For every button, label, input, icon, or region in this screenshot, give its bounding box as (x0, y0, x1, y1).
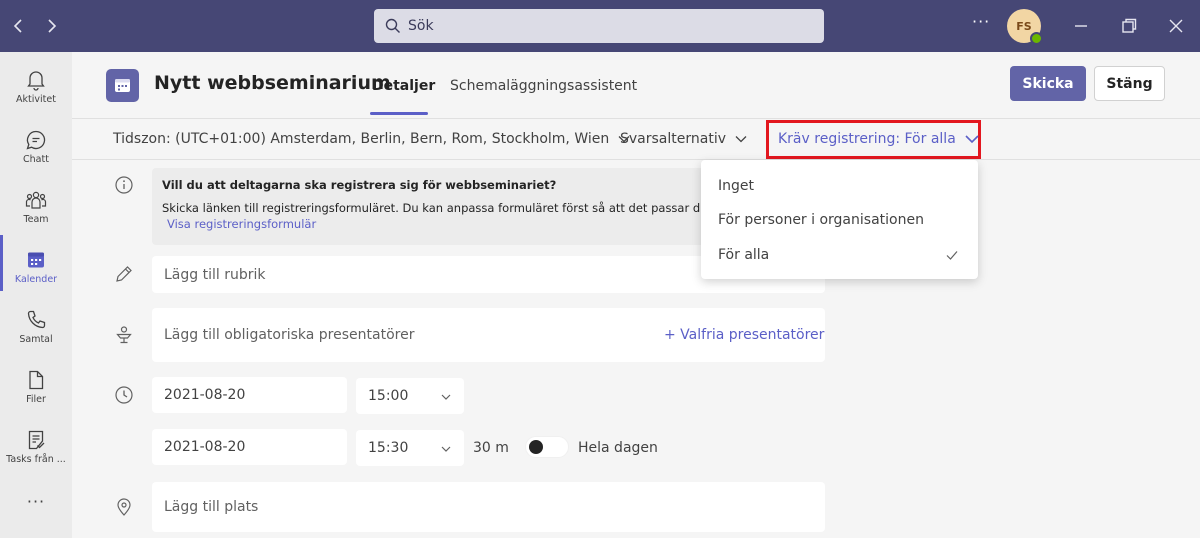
rail-item-calls[interactable]: Samtal (0, 300, 72, 360)
search-input[interactable]: Sök (374, 9, 824, 43)
send-button[interactable]: Skicka (1010, 66, 1086, 101)
timezone-label: Tidszon: (UTC+01:00) Amsterdam, Berlin, … (113, 131, 610, 147)
meeting-header: Nytt webbseminarium Detaljer Schemaläggn… (72, 52, 1200, 116)
chevron-down-icon (441, 394, 451, 400)
close-window-icon[interactable] (1163, 13, 1189, 39)
response-options-label: Svarsalternativ (620, 131, 726, 147)
end-time-select[interactable]: 15:30 (356, 430, 464, 466)
tab-active-underline (370, 112, 428, 115)
rail-more-apps-icon[interactable]: ··· (0, 492, 72, 511)
back-arrow-icon[interactable] (8, 14, 30, 38)
app-rail: Aktivitet Chatt Team Kalender Samtal Fil… (0, 52, 72, 538)
tab-scheduling-assistant[interactable]: Schemaläggningsassistent (450, 78, 637, 94)
location-placeholder: Lägg till plats (164, 499, 259, 515)
chevron-down-icon (735, 136, 747, 143)
presence-available-icon (1030, 32, 1043, 45)
start-date-input[interactable]: 2021-08-20 (152, 377, 347, 413)
registration-select[interactable]: Kräv registrering: För alla (778, 131, 980, 147)
avatar[interactable]: FS (1007, 9, 1043, 45)
optional-presenters-link[interactable]: + Valfria presentatörer (664, 327, 824, 343)
chevron-down-icon (965, 135, 979, 144)
minimize-icon[interactable] (1068, 13, 1094, 39)
toggle-knob (529, 440, 543, 454)
tasks-icon (28, 430, 45, 450)
calendar-icon (28, 252, 44, 268)
chat-icon (26, 130, 46, 150)
checkmark-icon (946, 251, 958, 260)
rail-item-tasks[interactable]: Tasks från ... (0, 420, 72, 480)
search-icon (385, 18, 400, 33)
rail-label-calls: Samtal (19, 334, 53, 345)
pencil-icon (112, 262, 136, 286)
response-options-select[interactable]: Svarsalternativ (620, 131, 748, 147)
start-time-value: 15:00 (368, 388, 409, 404)
all-day-label: Hela dagen (578, 440, 658, 456)
end-time-value: 15:30 (368, 440, 409, 456)
end-date-value: 2021-08-20 (164, 439, 246, 455)
dropdown-item-organization[interactable]: För personer i organisationen (718, 212, 924, 228)
webinar-calendar-icon (106, 69, 139, 102)
location-pin-icon (112, 495, 136, 519)
rail-label-tasks: Tasks från ... (6, 454, 66, 465)
forward-arrow-icon[interactable] (40, 14, 62, 38)
file-icon (29, 370, 44, 390)
rail-label-files: Filer (26, 394, 46, 405)
rail-item-activity[interactable]: Aktivitet (0, 60, 72, 120)
info-icon (112, 173, 136, 197)
tab-details[interactable]: Detaljer (372, 78, 435, 94)
rail-label-calendar: Kalender (14, 274, 58, 285)
team-icon (25, 191, 47, 209)
dropdown-item-none[interactable]: Inget (718, 178, 754, 194)
duration-label: 30 m (473, 440, 509, 456)
dropdown-item-everyone[interactable]: För alla (718, 247, 769, 263)
rail-label-team: Team (23, 214, 49, 225)
registration-dropdown-menu: Inget För personer i organisationen För … (701, 160, 978, 279)
registration-label: Kräv registrering: För alla (778, 131, 956, 147)
bell-icon (27, 71, 45, 91)
title-placeholder: Lägg till rubrik (164, 266, 266, 283)
end-date-input[interactable]: 2021-08-20 (152, 429, 347, 465)
location-input[interactable]: Lägg till plats (152, 482, 825, 532)
start-date-value: 2021-08-20 (164, 387, 246, 403)
start-time-select[interactable]: 15:00 (356, 378, 464, 414)
restore-icon[interactable] (1116, 13, 1142, 39)
more-options-icon[interactable]: ··· (972, 12, 990, 31)
rail-item-chat[interactable]: Chatt (0, 120, 72, 180)
search-placeholder: Sök (408, 18, 434, 34)
clock-icon (112, 383, 136, 407)
rail-item-team[interactable]: Team (0, 180, 72, 240)
options-bar: Tidszon: (UTC+01:00) Amsterdam, Berlin, … (72, 118, 1200, 160)
presenters-placeholder: Lägg till obligatoriska presentatörer (164, 327, 415, 343)
close-button[interactable]: Stäng (1094, 66, 1165, 101)
avatar-initials: FS (1016, 19, 1032, 33)
presenter-icon (112, 323, 136, 347)
rail-item-files[interactable]: Filer (0, 360, 72, 420)
page-title: Nytt webbseminarium (154, 72, 391, 94)
timezone-select[interactable]: Tidszon: (UTC+01:00) Amsterdam, Berlin, … (113, 131, 631, 147)
rail-label-chat: Chatt (23, 154, 49, 165)
all-day-toggle[interactable] (525, 436, 569, 458)
title-bar: Sök ··· FS (0, 0, 1200, 52)
phone-icon (27, 310, 46, 329)
chevron-down-icon (441, 446, 451, 452)
rail-label-activity: Aktivitet (16, 94, 56, 105)
rail-item-calendar[interactable]: Kalender (0, 240, 72, 300)
